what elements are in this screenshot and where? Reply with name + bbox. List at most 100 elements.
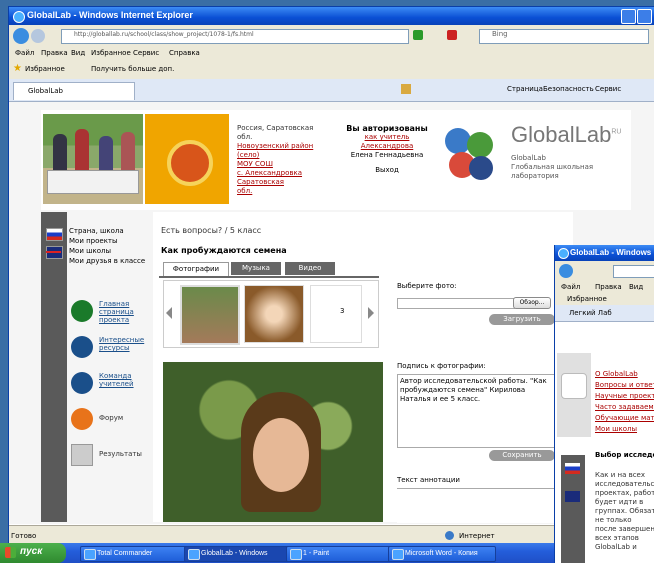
logo-sup: RU [611,128,622,136]
search-input[interactable]: Bing [479,29,649,44]
scroll-right-icon[interactable] [368,307,374,319]
sidebar-link-schools[interactable]: Мои школы [69,246,149,256]
second-link[interactable]: Часто задаваемые [595,402,654,413]
home-icon[interactable] [401,84,411,94]
tab-globallab[interactable]: GlobalLab [13,82,135,100]
address-bar-row: http://globallab.ru/school/class/show_pr… [9,25,654,48]
menu-edit[interactable]: Правка [41,49,68,57]
back-button[interactable] [13,28,29,44]
cmd-safety[interactable]: Безопасность [543,85,594,93]
browse-button[interactable]: Обзор... [513,297,551,309]
menu-view[interactable]: Вид [629,283,643,291]
favorites-button[interactable]: Избранное [25,65,65,73]
menu-tools[interactable]: Сервис [133,49,159,57]
tab-music[interactable]: Музыка [231,262,281,275]
nav-label: Форум [99,414,124,422]
caption-textarea[interactable]: Автор исследовательской работы. "Как про… [397,374,559,448]
logout-link[interactable]: Выход [337,166,437,175]
second-link[interactable]: Мои школы [595,424,654,435]
nav-item-forum[interactable]: Форум [71,406,151,434]
logo-text: GlobalLab [511,122,612,147]
tab-video[interactable]: Видео [285,262,335,275]
sidebar-link-country[interactable]: Страна, школа [69,226,149,236]
refresh-icon[interactable] [413,30,423,40]
auth-title: Вы авторизованы [346,124,428,133]
thumbnail-empty[interactable] [310,285,362,343]
breadcrumb: Есть вопросы? / 5 класс [161,226,262,235]
nav-item-results[interactable]: Результаты [71,442,151,470]
menu-file[interactable]: Файл [15,49,34,57]
project-title: Как пробуждаются семена [161,246,287,255]
cmd-tools[interactable]: Сервис [595,85,621,93]
taskbar: пуск Total Commander GlobalLab - Windows… [0,543,554,563]
school-emblem [145,114,229,204]
russia-flag-icon[interactable] [46,228,63,241]
globe-logo-icon [439,124,499,194]
taskbar-button-total-commander[interactable]: Total Commander [80,546,188,562]
second-link[interactable]: Обучающие материалы [595,413,654,424]
menu-help[interactable]: Справка [169,49,200,57]
body-line: группах. Обязательно [595,507,654,515]
nav-label: Команда учителей [99,372,134,388]
task-label: Microsoft Word - Копия [405,550,478,557]
thumbnail-seeds[interactable] [244,285,304,343]
upload-button[interactable]: Загрузить [489,314,555,325]
second-titlebar[interactable]: GlobalLab - Windows [555,245,654,261]
start-button[interactable]: пуск [0,543,66,563]
logo-caption: GlobalLab Глобальная школьная лаборатори… [511,154,593,181]
file-input[interactable] [397,298,515,309]
uk-flag-icon[interactable] [565,491,580,502]
ie-second-window: GlobalLab - Windows Файл Правка Вид Избр… [554,245,654,563]
cmd-page[interactable]: Страница [507,85,543,93]
task-label: Total Commander [97,550,153,557]
second-address-row [555,261,654,282]
menu-file[interactable]: Файл [561,283,580,291]
scroll-left-icon[interactable] [166,307,172,319]
taskbar-button-paint[interactable]: 1 - Paint [286,546,394,562]
nav-item-team[interactable]: Команда учителей [71,370,151,398]
russia-flag-icon[interactable] [565,463,580,474]
sidebar-link-projects[interactable]: Мои проекты [69,236,149,246]
nav-item-main[interactable]: Главная страница проекта [71,298,151,326]
school-line: (село) [237,151,260,159]
address-input[interactable]: http://globallab.ru/school/class/show_pr… [61,29,409,44]
body-line: не только [595,516,632,524]
second-link[interactable]: Научные проекты [595,391,654,402]
tab-label[interactable]: Легкий Лаб [569,309,612,317]
globe-status-icon [445,531,454,540]
annotation-label: Текст аннотации [397,476,460,484]
taskbar-button-globallab[interactable]: GlobalLab - Windows [184,546,292,562]
maximize-button[interactable] [637,9,652,24]
taskbar-button-word[interactable]: Microsoft Word - Копия [388,546,496,562]
nav-item-resources[interactable]: Интересные ресурсы [71,334,151,362]
logo-line: GlobalLab [511,154,546,162]
logo-line: лаборатория [511,172,559,180]
class-photo [43,114,143,204]
favorites-button[interactable]: Избранное [567,295,607,303]
second-link[interactable]: О GlobalLab [595,369,654,380]
address-input[interactable] [613,265,654,278]
zone-text: Интернет [459,532,495,540]
content-panel: Есть вопросы? / 5 класс Как пробуждаются… [153,212,573,523]
menu-view[interactable]: Вид [71,49,85,57]
menu-favorites[interactable]: Избранное [91,49,131,57]
forward-button[interactable] [31,29,45,43]
second-link[interactable]: Вопросы и ответы [595,380,654,391]
school-line: обл. [237,133,253,141]
favorites-link[interactable]: Получить больше доп. [91,65,174,73]
menu-edit[interactable]: Правка [595,283,622,291]
minimize-button[interactable] [621,9,636,24]
thumbnail-girl[interactable] [180,285,240,345]
second-sidebar [561,455,585,563]
stop-icon[interactable] [447,30,457,40]
back-button[interactable] [559,264,573,278]
window-titlebar[interactable]: GlobalLab - Windows Internet Explorer [9,7,654,25]
menu-bar: Файл Правка Вид Избранное Сервис Справка [9,47,654,62]
sidebar-link-friends[interactable]: Мои друзья в классе [69,256,149,266]
tab-photos[interactable]: Фотографии [163,262,229,276]
favorites-bar: ★ Избранное Получить больше доп. [9,61,654,80]
annotation-input[interactable] [397,488,557,523]
ie-logo-icon [13,11,25,23]
save-button[interactable]: Сохранить [489,450,555,461]
leaf-icon [71,300,93,322]
